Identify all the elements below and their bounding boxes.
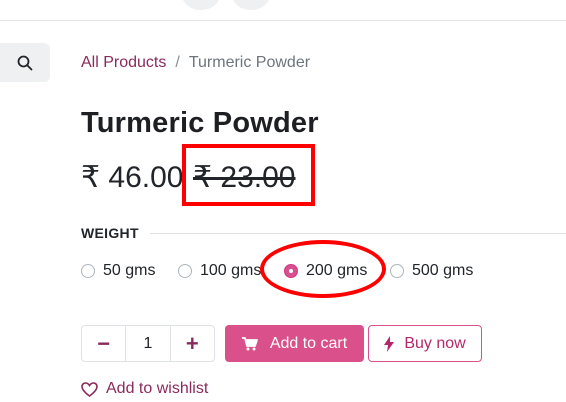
bolt-icon bbox=[384, 335, 395, 352]
quantity-plus-button[interactable]: + bbox=[171, 326, 214, 361]
weight-label: WEIGHT bbox=[81, 225, 139, 241]
search-icon bbox=[17, 55, 33, 70]
annotation-ellipse bbox=[260, 240, 386, 298]
wishlist-label: Add to wishlist bbox=[106, 380, 209, 397]
product-price: ₹ 46.00 bbox=[81, 161, 184, 194]
add-to-cart-label: Add to cart bbox=[269, 334, 348, 352]
buy-now-label: Buy now bbox=[404, 334, 466, 352]
breadcrumb: All Products / Turmeric Powder bbox=[81, 54, 310, 72]
weight-option-100[interactable]: 100 gms bbox=[178, 262, 261, 280]
add-to-cart-button[interactable]: Add to cart bbox=[225, 325, 364, 362]
weight-option-label: 100 gms bbox=[200, 262, 262, 279]
weight-option-500[interactable]: 500 gms bbox=[390, 262, 473, 280]
weight-divider bbox=[150, 233, 566, 234]
weight-option-label: 50 gms bbox=[103, 262, 156, 279]
add-to-wishlist-link[interactable]: Add to wishlist bbox=[81, 380, 208, 398]
cart-icon bbox=[241, 336, 258, 350]
annotation-rectangle bbox=[182, 144, 315, 206]
buy-now-button[interactable]: Buy now bbox=[368, 325, 482, 362]
search-button[interactable] bbox=[0, 43, 50, 82]
radio-100[interactable] bbox=[178, 264, 192, 278]
breadcrumb-current: Turmeric Powder bbox=[188, 54, 311, 71]
weight-option-50[interactable]: 50 gms bbox=[81, 262, 155, 280]
radio-50[interactable] bbox=[81, 264, 95, 278]
quantity-minus-button[interactable]: − bbox=[82, 326, 125, 361]
header-circle-button[interactable] bbox=[182, 0, 220, 10]
header-circle-button[interactable] bbox=[232, 0, 270, 10]
weight-option-label: 500 gms bbox=[412, 262, 474, 279]
top-bar bbox=[0, 0, 566, 21]
quantity-input[interactable]: 1 bbox=[125, 326, 171, 361]
heart-icon bbox=[81, 381, 98, 397]
product-title: Turmeric Powder bbox=[81, 107, 319, 139]
breadcrumb-separator: / bbox=[175, 54, 180, 71]
breadcrumb-link-all-products[interactable]: All Products bbox=[81, 54, 166, 72]
quantity-stepper: − 1 + bbox=[81, 325, 215, 362]
radio-500[interactable] bbox=[390, 264, 404, 278]
